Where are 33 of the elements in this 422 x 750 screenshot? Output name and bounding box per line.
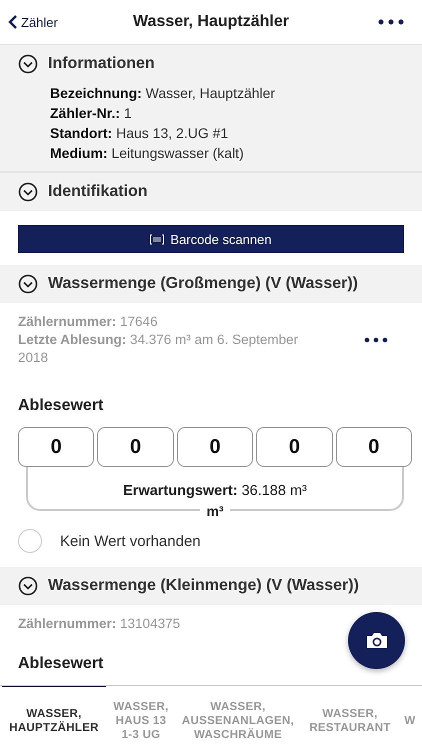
chevron-left-icon (8, 14, 18, 30)
meter-info-row-text: Zählernummer: 17646 (18, 313, 159, 331)
meter-info-row: Zählernummer: 13104375 (18, 615, 180, 633)
chevron-down-icon (18, 274, 38, 294)
digit-field[interactable]: 0 (336, 427, 412, 467)
digit-field[interactable]: 0 (18, 427, 94, 467)
tab[interactable]: WASSER, HAUPTZÄHLER (2, 686, 106, 750)
chevron-down-icon (18, 54, 38, 74)
chevron-down-icon (18, 182, 38, 202)
section-header[interactable]: Wassermenge (Großmenge) (V (Wasser)) (0, 265, 422, 303)
radio-button[interactable] (18, 529, 42, 553)
reading-title: Ablesewert (18, 655, 104, 673)
digit-field[interactable]: 0 (256, 427, 333, 467)
barcode-icon (150, 234, 164, 244)
section-header[interactable]: Informationen (0, 45, 422, 83)
page-title: Wasser, Hauptzähler (132, 13, 290, 31)
section-header[interactable]: Identifikation (0, 173, 422, 211)
info-row-text: Bezeichnung: Wasser, Hauptzähler (50, 84, 276, 103)
barcode-scan-button[interactable]: Barcode scannen (18, 225, 404, 253)
info-row-text: Medium: Leitungswasser (kalt) (50, 144, 245, 163)
reading-title: Ablesewert (18, 397, 104, 415)
chevron-down-icon (18, 576, 38, 596)
meter-info-row-text: Letzte Ablesung: 34.376 m³ am 6. September 2018 (18, 331, 300, 367)
camera-icon (366, 632, 388, 649)
info-row-text: Zähler-Nr.: 1 (50, 104, 133, 123)
digit-field[interactable]: 0 (176, 427, 254, 467)
unit-label: m³ (200, 503, 230, 519)
back-link[interactable]: Zähler (8, 14, 58, 30)
camera-button[interactable] (348, 612, 405, 669)
section-header[interactable]: Wassermenge (Kleinmenge) (V (Wasser)) (0, 567, 422, 605)
expected-value: Erwartungswert: 36.188 m³ (123, 483, 307, 499)
info-row-text: Standort: Haus 13, 2.UG #1 (50, 124, 230, 143)
digit-field[interactable]: 0 (97, 427, 174, 467)
